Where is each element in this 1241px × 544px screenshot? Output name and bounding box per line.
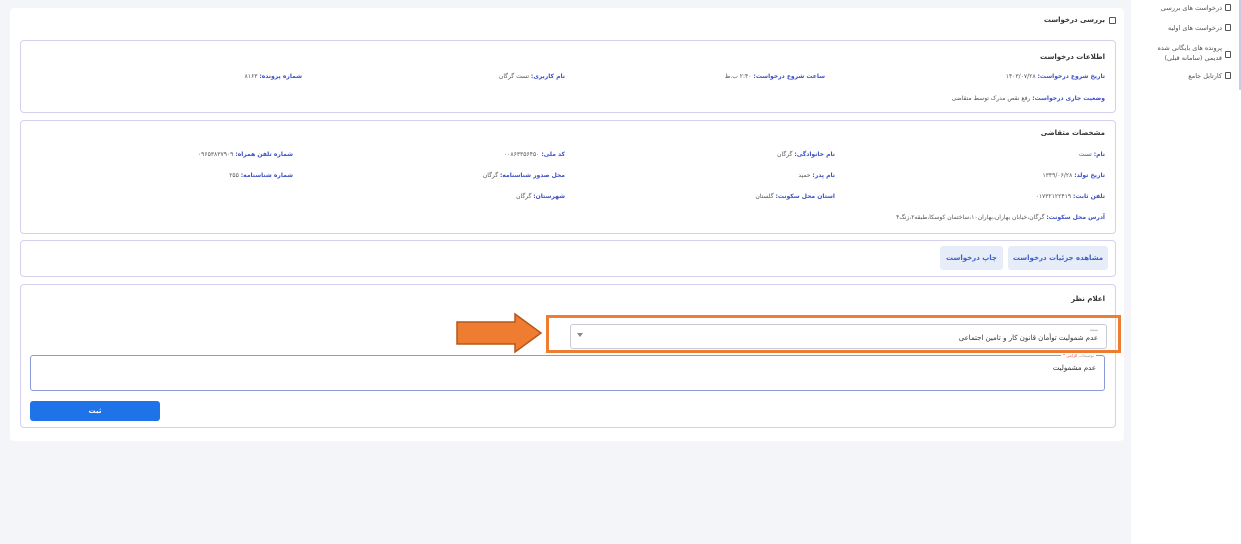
field-label: شماره تلفن همراه:	[235, 151, 293, 158]
applicant-card: مشخصات متقاضی نام: تست نام خانوادگی: گرگ…	[20, 120, 1116, 234]
issue-place-field: محل صدور شناسنامه: گرگان	[483, 172, 565, 179]
sidebar: درخواست های بررسی درخواست های اولیه پرون…	[1131, 0, 1241, 544]
field-label: شماره شناسنامه:	[240, 172, 293, 179]
field-value: ۲۵۵	[229, 172, 239, 179]
field-value: ۱۳۴۹/۰۶/۲۸	[1042, 172, 1073, 179]
field-label: تاریخ شروع درخواست:	[1037, 73, 1105, 80]
field-label: کد ملی:	[541, 151, 565, 158]
print-request-button[interactable]: چاپ درخواست	[940, 246, 1003, 270]
start-date-field: تاریخ شروع درخواست: ۱۴۰۳/۰۷/۲۸	[1006, 73, 1105, 80]
mobile-field: شماره تلفن همراه: ۰۹۶۵۳۸۳۷۹۰۹	[198, 151, 293, 158]
first-name-field: نام: تست	[1079, 151, 1105, 158]
sidebar-item-label: کارتابل جامع	[1188, 72, 1222, 80]
birth-date-field: تاریخ تولد: ۱۳۴۹/۰۶/۲۸	[1042, 172, 1105, 179]
status-field: وضعیت جاری درخواست: رفع نقص مدرک توسط مت…	[952, 95, 1105, 102]
field-label: وضعیت جاری درخواست:	[1032, 95, 1105, 102]
description-textarea[interactable]: توضیحات الزامی * عدم مشمولیت	[30, 353, 1105, 391]
request-info-card: اطلاعات درخواست تاریخ شروع درخواست: ۱۴۰۳…	[20, 40, 1116, 113]
document-icon	[1225, 72, 1231, 79]
view-details-button[interactable]: مشاهده جزئیات درخواست	[1008, 246, 1108, 270]
document-icon	[1225, 51, 1231, 58]
request-info-title: اطلاعات درخواست	[1040, 53, 1105, 61]
field-label: آدرس محل سکونت:	[1046, 214, 1105, 221]
field-label: محل صدور شناسنامه:	[500, 172, 565, 179]
field-value: ۰۱۷۳۲۱۲۲۴۱۹	[1035, 193, 1072, 200]
field-value: رفع نقص مدرک توسط متقاضی	[951, 95, 1031, 102]
field-label: نام پدر:	[812, 172, 835, 179]
field-label: ساعت شروع درخواست:	[753, 73, 825, 80]
document-icon	[1225, 24, 1231, 31]
field-value: ۰۰۸۶۳۳۵۶۴۵۰	[503, 151, 540, 158]
field-value: گرگان	[482, 172, 499, 179]
field-label: تلفن ثابت:	[1072, 193, 1105, 200]
field-label: استان محل سکونت:	[775, 193, 835, 200]
username-field: نام کاربری: تست گرگان	[499, 73, 565, 80]
sidebar-item-archived-files[interactable]: پرونده های بایگانی شده قدیمی (سامانه قبل…	[1139, 43, 1231, 63]
national-id-field: کد ملی: ۰۰۸۶۳۳۵۶۴۵۰	[504, 151, 565, 158]
field-value: گرگان	[516, 193, 532, 200]
description-value: عدم مشمولیت	[1052, 364, 1096, 372]
province-field: استان محل سکونت: گلستان	[755, 193, 835, 200]
opinion-title: اعلام نظر	[1071, 295, 1105, 303]
description-label: توضیحات الزامی *	[1060, 353, 1096, 358]
page-title-text: بررسی درخواست	[1043, 16, 1105, 24]
address-field: آدرس محل سکونت: گرگان،خیابان بهاران،بهار…	[896, 214, 1105, 221]
field-label: شهرستان:	[533, 193, 565, 200]
field-value: گلستان	[755, 193, 774, 200]
field-label: تاریخ تولد:	[1074, 172, 1105, 179]
last-name-field: نام خانوادگی: گرگان	[777, 151, 835, 158]
start-time-field: ساعت شروع درخواست: ۲:۴۰ ب.ظ	[725, 73, 825, 80]
field-label: نام:	[1093, 151, 1105, 158]
required-mark: الزامی	[1066, 353, 1078, 358]
father-name-field: نام پدر: حمید	[798, 172, 835, 179]
field-label: نام خانوادگی:	[794, 151, 835, 158]
id-number-field: شماره شناسنامه: ۲۵۵	[229, 172, 293, 179]
sidebar-item-label: درخواست های بررسی	[1160, 4, 1222, 12]
field-value: ۱۴۰۳/۰۷/۲۸	[1005, 73, 1036, 80]
field-value: گرگان	[777, 151, 793, 158]
field-value: ۲:۴۰ ب.ظ	[724, 73, 752, 80]
sidebar-item-label: پرونده های بایگانی شده قدیمی (سامانه قبل…	[1157, 44, 1222, 62]
file-number-field: شماره پرونده: ۸۱۶۳	[245, 73, 302, 80]
sidebar-item-review-requests[interactable]: درخواست های بررسی	[1139, 4, 1231, 12]
phone-field: تلفن ثابت: ۰۱۷۳۲۱۲۲۴۱۹	[1036, 193, 1105, 200]
field-value: حمید	[798, 172, 811, 179]
sidebar-item-comprehensive-cartable[interactable]: کارتابل جامع	[1139, 72, 1231, 80]
field-value: ۰۹۶۵۳۸۳۷۹۰۹	[197, 151, 234, 158]
field-label: نام کاربری:	[530, 73, 565, 80]
page-title: بررسی درخواست	[1044, 16, 1116, 24]
description-label-text: توضیحات	[1078, 353, 1094, 358]
field-value: تست گرگان	[498, 73, 529, 80]
checklist-icon	[1109, 16, 1116, 24]
city-field: شهرستان: گرگان	[516, 193, 565, 200]
field-value: گرگان،خیابان بهاران،بهاران۱۰،ساختمان کوس…	[896, 214, 1045, 221]
highlight-frame	[546, 315, 1121, 353]
sidebar-item-initial-requests[interactable]: درخواست های اولیه	[1139, 24, 1231, 32]
field-label: شماره پرونده:	[259, 73, 302, 80]
empty-area	[10, 441, 1124, 544]
document-icon	[1225, 4, 1231, 11]
applicant-title: مشخصات متقاضی	[1040, 129, 1105, 137]
submit-button[interactable]: ثبت	[30, 401, 160, 421]
orange-arrow-icon	[456, 312, 543, 354]
field-value: تست	[1078, 151, 1092, 158]
sidebar-item-label: درخواست های اولیه	[1167, 24, 1222, 32]
field-value: ۸۱۶۳	[244, 73, 258, 80]
